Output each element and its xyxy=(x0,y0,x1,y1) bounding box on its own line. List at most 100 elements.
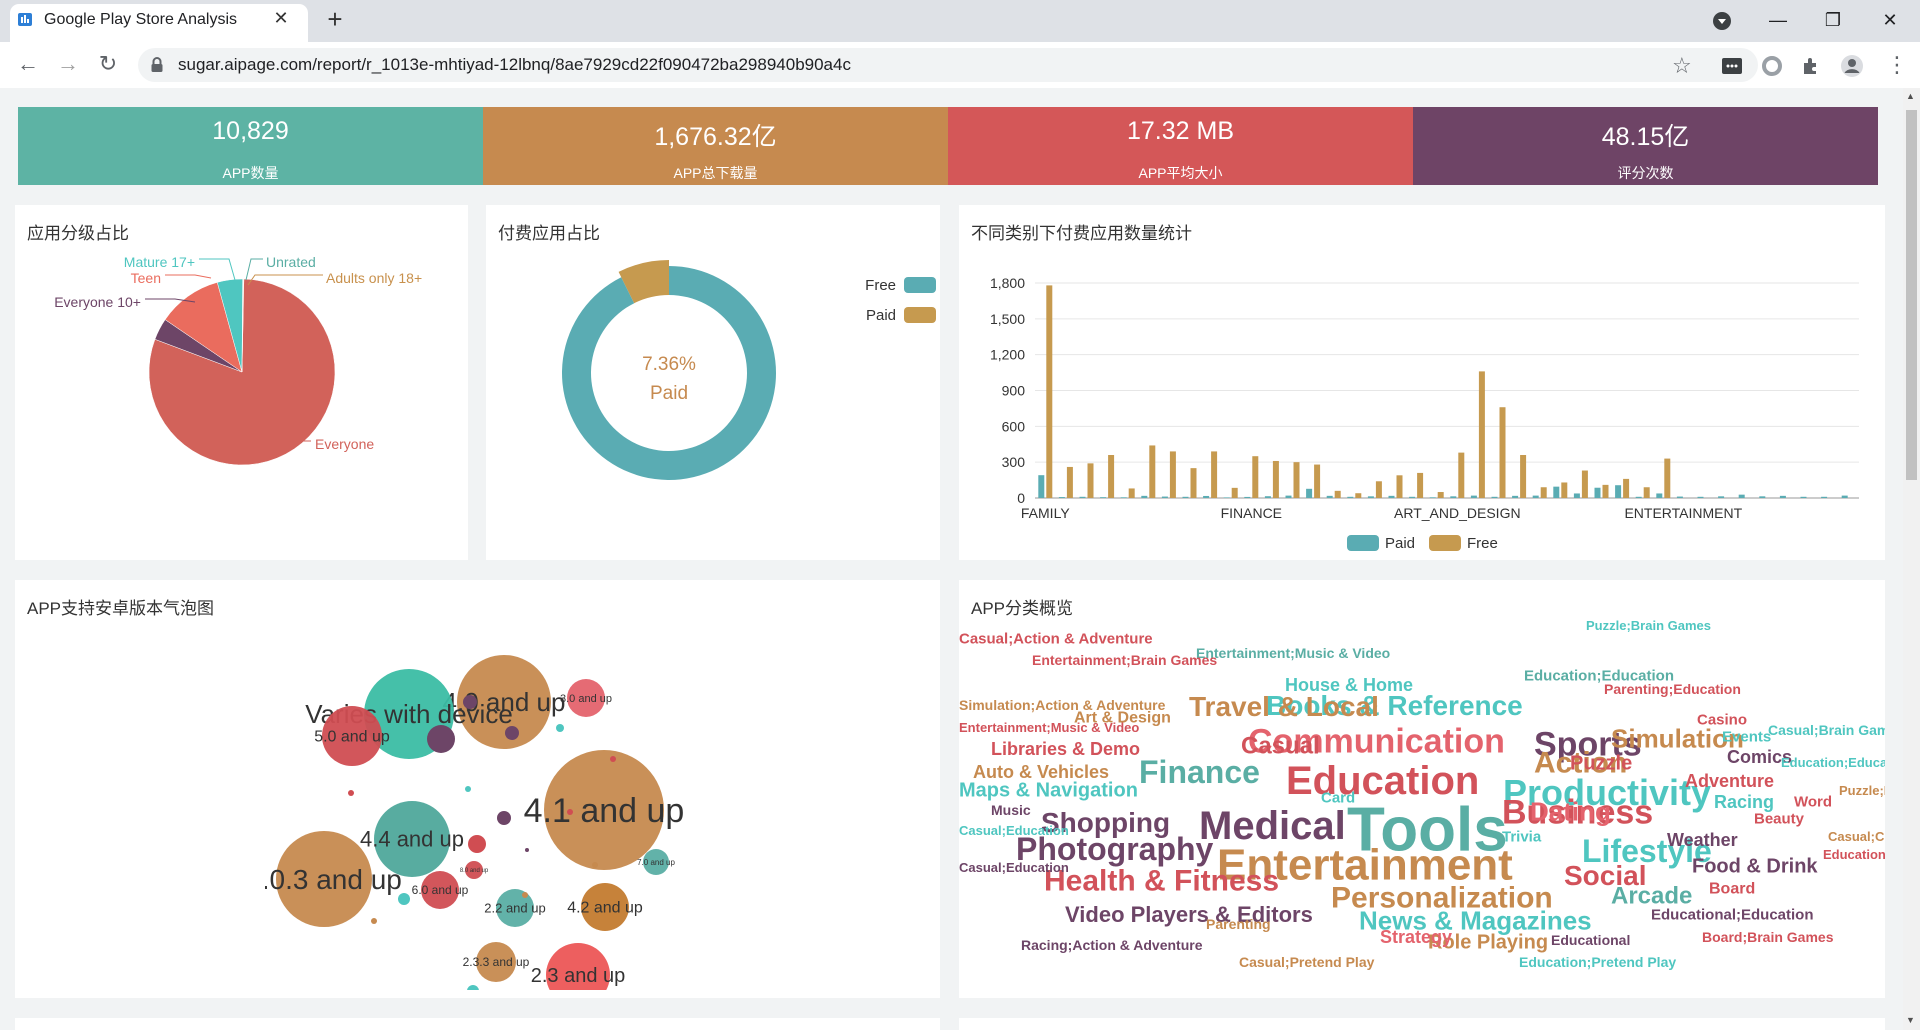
bar-free xyxy=(1396,475,1403,498)
bar-free xyxy=(1128,488,1135,498)
wordcloud-term: Puzzle;Brain Games xyxy=(1586,620,1711,633)
card-android-bubble: APP支持安卓版本气泡图 4.1 and up 4.0.3 and up 4.0 a… xyxy=(15,580,940,998)
window-close-icon[interactable]: ✕ xyxy=(1870,4,1910,36)
card-paid-share: 付费应用占比 7.36% Paid Free Paid xyxy=(486,205,940,560)
bubble-small xyxy=(426,997,430,998)
wordcloud-term: Casual;Education xyxy=(959,860,1069,875)
wordcloud-term: Casual;Brain Games xyxy=(1768,722,1885,738)
bubble-label: 3.0 and up xyxy=(560,693,612,705)
bubble-label: 4.1 and up xyxy=(524,792,685,830)
bookmark-star-icon[interactable]: ☆ xyxy=(1672,53,1692,79)
page-scrollbar-thumb[interactable] xyxy=(1906,110,1917,480)
bar-paid xyxy=(1264,496,1271,498)
reload-icon[interactable]: ↻ xyxy=(94,50,122,78)
wordcloud-term: Educational;Education xyxy=(1651,907,1814,924)
wordcloud-term: Card xyxy=(1321,790,1355,807)
wordcloud-term: Puzzle xyxy=(1570,753,1632,775)
minimize-icon[interactable]: — xyxy=(1758,4,1798,36)
y-tick-label: 900 xyxy=(1002,383,1026,399)
site-favicon-icon xyxy=(18,13,32,26)
card-title: APP支持安卓版本气泡图 xyxy=(27,599,215,618)
kpi-label: APP总下载量 xyxy=(673,165,758,181)
bubble-small xyxy=(348,790,354,796)
pie-label: Unrated xyxy=(266,254,316,270)
forward-arrow-icon[interactable]: → xyxy=(54,50,82,78)
bubble-small xyxy=(497,811,511,825)
extension-circle-icon[interactable] xyxy=(1760,54,1784,78)
bubble-label: 8.0 and up xyxy=(460,868,489,874)
bubble-small xyxy=(567,809,573,815)
bubble-small xyxy=(398,893,410,905)
bar-free xyxy=(1334,490,1341,498)
browser-menu-icon[interactable]: ⋮ xyxy=(1886,52,1908,78)
wordcloud-term: House & Home xyxy=(1285,675,1413,695)
bubble-label: 5.0 and up xyxy=(314,729,390,746)
bar-free xyxy=(1190,468,1197,498)
bar-paid xyxy=(1306,488,1313,498)
kpi-card-avg-size: 17.32 MB APP平均大小 xyxy=(948,107,1413,185)
pie-leader-line xyxy=(245,258,263,281)
bar-free xyxy=(1149,445,1156,498)
legend-swatch xyxy=(1429,535,1461,551)
bar-paid xyxy=(1594,487,1601,498)
bar-paid xyxy=(1038,475,1045,498)
bar-free xyxy=(1314,464,1321,498)
bubble-small xyxy=(610,756,616,762)
legend-label: Free xyxy=(865,277,896,294)
wordcloud-term: Racing;Action & Adventure xyxy=(1021,937,1203,953)
bubble-label: 4.0.3 and up xyxy=(246,864,402,895)
android-bubble-chart: 4.1 and up4.0.3 and up4.0 and upVaries w… xyxy=(246,655,685,998)
wordcloud-term: Adventure xyxy=(1685,771,1774,791)
scroll-down-icon[interactable]: ▼ xyxy=(1906,1015,1915,1025)
bar-paid xyxy=(1058,497,1065,498)
bubble-label: 4.2 and up xyxy=(567,900,643,917)
wordcloud-term: Casual;Education xyxy=(959,823,1069,838)
card-title: 不同类别下付费应用数量统计 xyxy=(971,224,1192,243)
wordcloud-term: Educational xyxy=(1551,932,1630,948)
card-rating-share: 应用分级占比 Everyone Everyone 10+ Teen Mature 17… xyxy=(15,205,468,560)
wordcloud-term: Puzzle;Brain Games xyxy=(1839,783,1885,798)
back-arrow-icon[interactable]: ← xyxy=(14,50,42,78)
category-word-cloud: ToolsEntertainmentEducationMedicalProduc… xyxy=(959,620,1885,970)
card-title: 付费应用占比 xyxy=(498,224,600,243)
bar-paid xyxy=(1244,496,1251,498)
bar-free xyxy=(1540,487,1547,498)
wordcloud-term: Education;Education xyxy=(1781,755,1885,770)
extensions-puzzle-icon[interactable] xyxy=(1800,54,1824,78)
bar-free xyxy=(1417,472,1424,498)
pie-label: Everyone 10+ xyxy=(54,294,141,310)
wordcloud-term: Medical xyxy=(1199,804,1346,848)
tab-search-icon[interactable] xyxy=(1713,12,1731,30)
bar-paid xyxy=(1161,496,1168,498)
x-tick-label: ART_AND_DESIGN xyxy=(1394,505,1521,521)
kpi-value: 10,829 xyxy=(212,117,289,145)
bar-paid xyxy=(1491,496,1498,498)
restore-icon[interactable]: ❐ xyxy=(1813,4,1853,36)
profile-avatar-icon[interactable] xyxy=(1840,54,1864,78)
extension-screen-icon[interactable] xyxy=(1720,54,1744,78)
bubble-small xyxy=(468,835,486,853)
legend-label: Paid xyxy=(1385,535,1415,552)
bar-free xyxy=(1478,371,1485,498)
scroll-up-icon[interactable]: ▲ xyxy=(1906,91,1915,101)
bar-paid xyxy=(1738,494,1745,498)
tab-close-icon[interactable]: ✕ xyxy=(270,7,292,29)
bubble-small xyxy=(465,786,471,792)
kpi-label: APP平均大小 xyxy=(1138,165,1223,181)
y-tick-label: 1,500 xyxy=(990,311,1025,327)
bar-paid xyxy=(1615,485,1622,498)
bar-free xyxy=(1252,456,1259,498)
bar-paid xyxy=(1450,496,1457,498)
bar-free xyxy=(1108,455,1115,498)
bar-paid xyxy=(1223,497,1230,498)
bubble-small xyxy=(463,695,477,709)
kpi-label: 评分次数 xyxy=(1617,165,1674,181)
wordcloud-term: Casual;Action & Adventure xyxy=(959,631,1153,648)
bar-paid xyxy=(1656,493,1663,498)
x-tick-label: FINANCE xyxy=(1221,505,1282,521)
bar-paid xyxy=(1532,495,1539,498)
wordcloud-term: Racing xyxy=(1714,792,1774,812)
url-text: sugar.aipage.com/report/r_1013e-mhtiyad-… xyxy=(178,55,851,74)
new-tab-button[interactable]: + xyxy=(322,6,348,33)
wordcloud-term: Weather xyxy=(1667,830,1738,850)
